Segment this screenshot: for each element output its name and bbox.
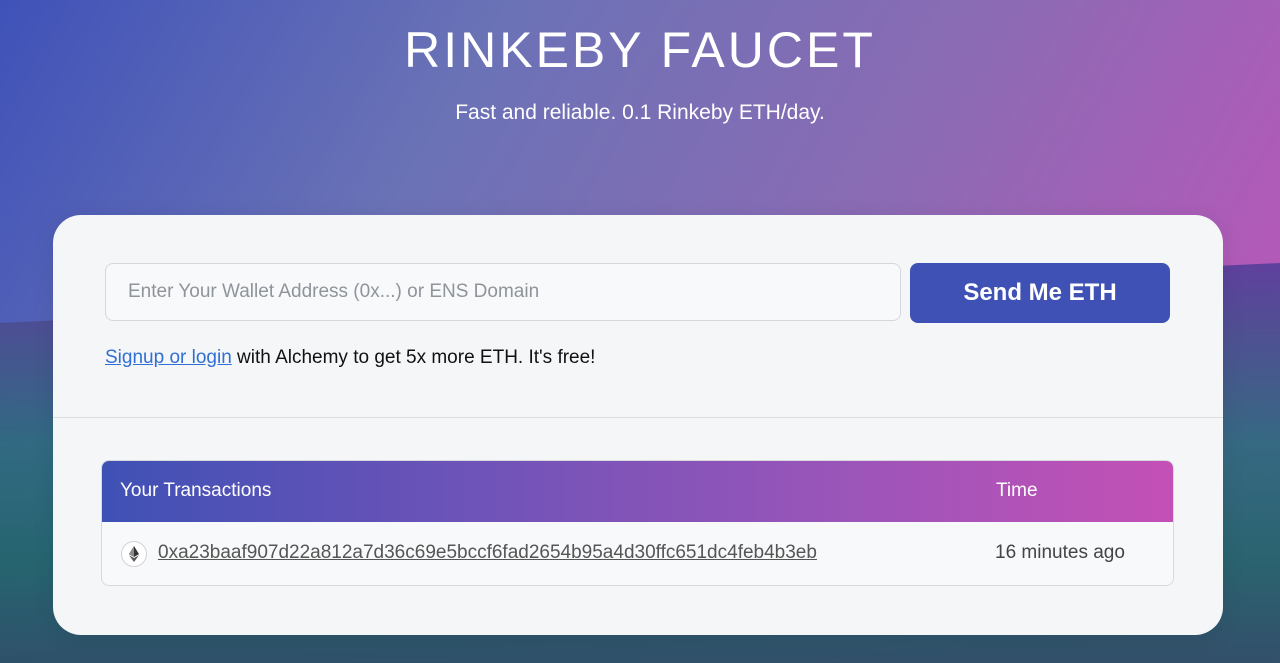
promo-message: with Alchemy to get 5x more ETH. It's fr… [231,347,596,368]
transactions-table: Your Transactions Time 0xa23baaf907d22a8… [101,460,1174,586]
hero: RINKEBY FAUCET Fast and reliable. 0.1 Ri… [0,20,1280,126]
signup-login-link[interactable]: Signup or login [105,347,232,368]
transactions-header: Your Transactions Time [102,461,1173,522]
send-eth-button[interactable]: Send Me ETH [910,263,1170,323]
divider [53,417,1223,418]
transaction-time: 16 minutes ago [995,542,1125,563]
transaction-hash-link[interactable]: 0xa23baaf907d22a812a7d36c69e5bccf6fad265… [158,542,817,564]
page-title: RINKEBY FAUCET [404,22,876,78]
faucet-card: Send Me ETH Signup or login with Alchemy… [53,215,1223,635]
promo-text: Signup or login with Alchemy to get 5x m… [105,347,595,369]
table-row: 0xa23baaf907d22a812a7d36c69e5bccf6fad265… [102,522,1173,585]
wallet-address-input[interactable] [105,263,901,321]
ethereum-icon [121,541,147,567]
header-transactions: Your Transactions [120,480,272,501]
header-time: Time [996,480,1038,501]
page-subtitle: Fast and reliable. 0.1 Rinkeby ETH/day. [455,101,825,124]
